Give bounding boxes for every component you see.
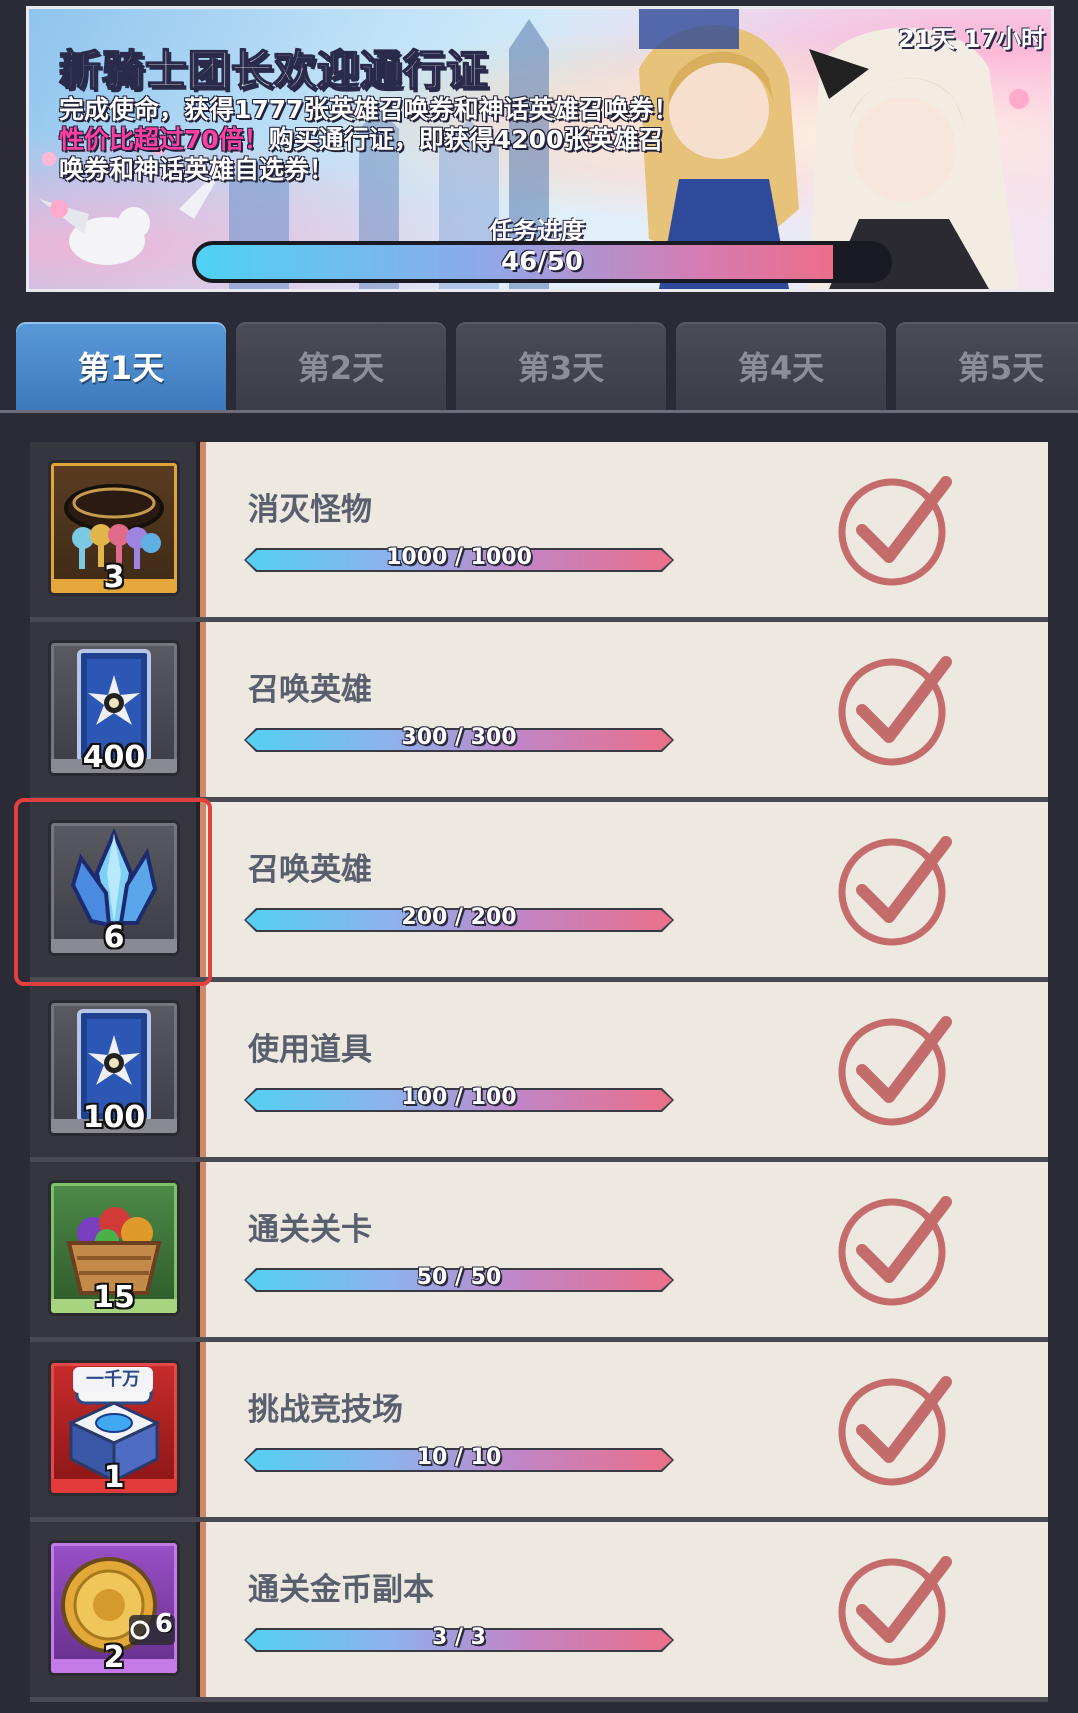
progress-text: 100 / 100 [401, 1085, 517, 1110]
mission-progress-bar: 10 / 10 [244, 1445, 674, 1472]
mission-row: 100 使用道具 100 / 100 [30, 982, 1048, 1157]
completed-check-icon [838, 1016, 952, 1126]
reward-timer: 6 [154, 1609, 173, 1639]
reward-quantity: 400 [82, 740, 146, 775]
completed-check-icon [838, 1556, 952, 1666]
reward-item[interactable]: 62 [48, 1540, 180, 1676]
mission-progress-text: 46/50 [501, 247, 583, 277]
mission-info: 通关关卡 50 / 50 [200, 1162, 1048, 1337]
mission-info: 挑战竞技场 10 / 10 [200, 1342, 1048, 1517]
reward-item[interactable]: 3 [48, 460, 180, 596]
mission-row: 一千万 1 挑战竞技场 10 / 10 [30, 1342, 1048, 1517]
progress-text: 300 / 300 [401, 725, 517, 750]
mission-row: 3 消灭怪物 1000 / 1000 [30, 442, 1048, 617]
tab-day-2[interactable]: 第2天 [236, 322, 446, 410]
tabs-divider [0, 410, 1078, 413]
mission-progress-bar: 100 / 100 [244, 1085, 674, 1112]
tab-day-4[interactable]: 第4天 [676, 322, 886, 410]
reward-item[interactable]: 一千万 1 [48, 1360, 180, 1496]
banner-description: 完成使命，获得1777张英雄召唤券和神话英雄召唤券！ 性价比超过70倍！购买通行… [59, 95, 759, 185]
mission-progress-bar: 300 / 300 [244, 725, 674, 752]
reward-cell: 3 [30, 442, 200, 617]
mission-name: 召唤英雄 [248, 852, 372, 888]
completed-check-icon [838, 656, 952, 766]
reward-cell: 400 [30, 622, 200, 797]
progress-text: 10 / 10 [416, 1445, 502, 1470]
mission-progress-bar: 3 / 3 [244, 1625, 674, 1652]
reward-quantity: 6 [103, 920, 125, 955]
reward-cell: 100 [30, 982, 200, 1157]
reward-badge: 一千万 [73, 1367, 153, 1393]
mission-name: 召唤英雄 [248, 672, 372, 708]
reward-quantity: 2 [103, 1640, 125, 1675]
reward-cell: 62 [30, 1522, 200, 1697]
reward-item[interactable]: 6 [48, 820, 180, 956]
progress-text: 50 / 50 [416, 1265, 502, 1290]
mission-info: 通关金币副本 3 / 3 [200, 1522, 1048, 1697]
mission-name: 使用道具 [248, 1032, 372, 1068]
reward-quantity: 100 [82, 1100, 146, 1135]
completed-check-icon [838, 836, 952, 946]
desc-line-3: 唤券和神话英雄自选券！ [59, 155, 335, 184]
reward-quantity: 15 [93, 1280, 135, 1315]
mission-name: 通关关卡 [248, 1212, 372, 1248]
mission-progress-bar: 50 / 50 [244, 1265, 674, 1292]
mission-row: 6 召唤英雄 200 / 200 [30, 802, 1048, 977]
mission-info: 使用道具 100 / 100 [200, 982, 1048, 1157]
mission-progress-bar: 200 / 200 [244, 905, 674, 932]
mission-progress-bar: 46/50 [192, 241, 892, 283]
tab-day-1[interactable]: 第1天 [16, 322, 226, 410]
progress-text: 1000 / 1000 [386, 545, 532, 570]
mission-name: 通关金币副本 [248, 1572, 434, 1608]
mission-row: 400 召唤英雄 300 / 300 [30, 622, 1048, 797]
desc-line-2: 性价比超过70倍！购买通行证，即获得4200张英雄召 [59, 125, 759, 155]
reward-quantity: 3 [103, 560, 125, 595]
mission-progress-bar: 1000 / 1000 [244, 545, 674, 572]
mission-info: 消灭怪物 1000 / 1000 [200, 442, 1048, 617]
desc-highlight: 性价比超过70倍！ [59, 125, 269, 154]
mission-info: 召唤英雄 300 / 300 [200, 622, 1048, 797]
mission-row: 15 通关关卡 50 / 50 [30, 1162, 1048, 1337]
completed-check-icon [838, 1196, 952, 1306]
desc-line-1: 完成使命，获得1777张英雄召唤券和神话英雄召唤券！ [59, 95, 679, 124]
mission-name: 挑战竞技场 [248, 1392, 403, 1428]
reward-quantity: 1 [103, 1460, 125, 1495]
reward-item[interactable]: 400 [48, 640, 180, 776]
reward-cell: 6 [30, 802, 200, 977]
progress-text: 3 / 3 [432, 1625, 486, 1650]
mission-info: 召唤英雄 200 / 200 [200, 802, 1048, 977]
tab-day-5[interactable]: 第5天 [896, 322, 1078, 410]
day-tabs: 第1天 第2天 第3天 第4天 第5天 [0, 322, 1078, 412]
completed-check-icon [838, 1376, 952, 1486]
row-divider [30, 1697, 1048, 1702]
banner-title: 新骑士团长欢迎通行证 [58, 45, 490, 96]
reward-item[interactable]: 15 [48, 1180, 180, 1316]
completed-check-icon [838, 476, 952, 586]
desc-line-2-text: 购买通行证，即获得4200张英雄召 [268, 125, 664, 154]
time-remaining: 21天 17小时 [897, 25, 1045, 53]
pass-banner[interactable]: 新骑士团长欢迎通行证 21天 17小时 完成使命，获得1777张英雄召唤券和神话… [26, 6, 1054, 292]
reward-item[interactable]: 100 [48, 1000, 180, 1136]
reward-cell: 15 [30, 1162, 200, 1337]
tab-day-3[interactable]: 第3天 [456, 322, 666, 410]
mission-name: 消灭怪物 [248, 492, 372, 528]
progress-text: 200 / 200 [401, 905, 517, 930]
reward-cell: 一千万 1 [30, 1342, 200, 1517]
mission-row: 6 2 通关金币副本 3 / 3 [30, 1522, 1048, 1697]
